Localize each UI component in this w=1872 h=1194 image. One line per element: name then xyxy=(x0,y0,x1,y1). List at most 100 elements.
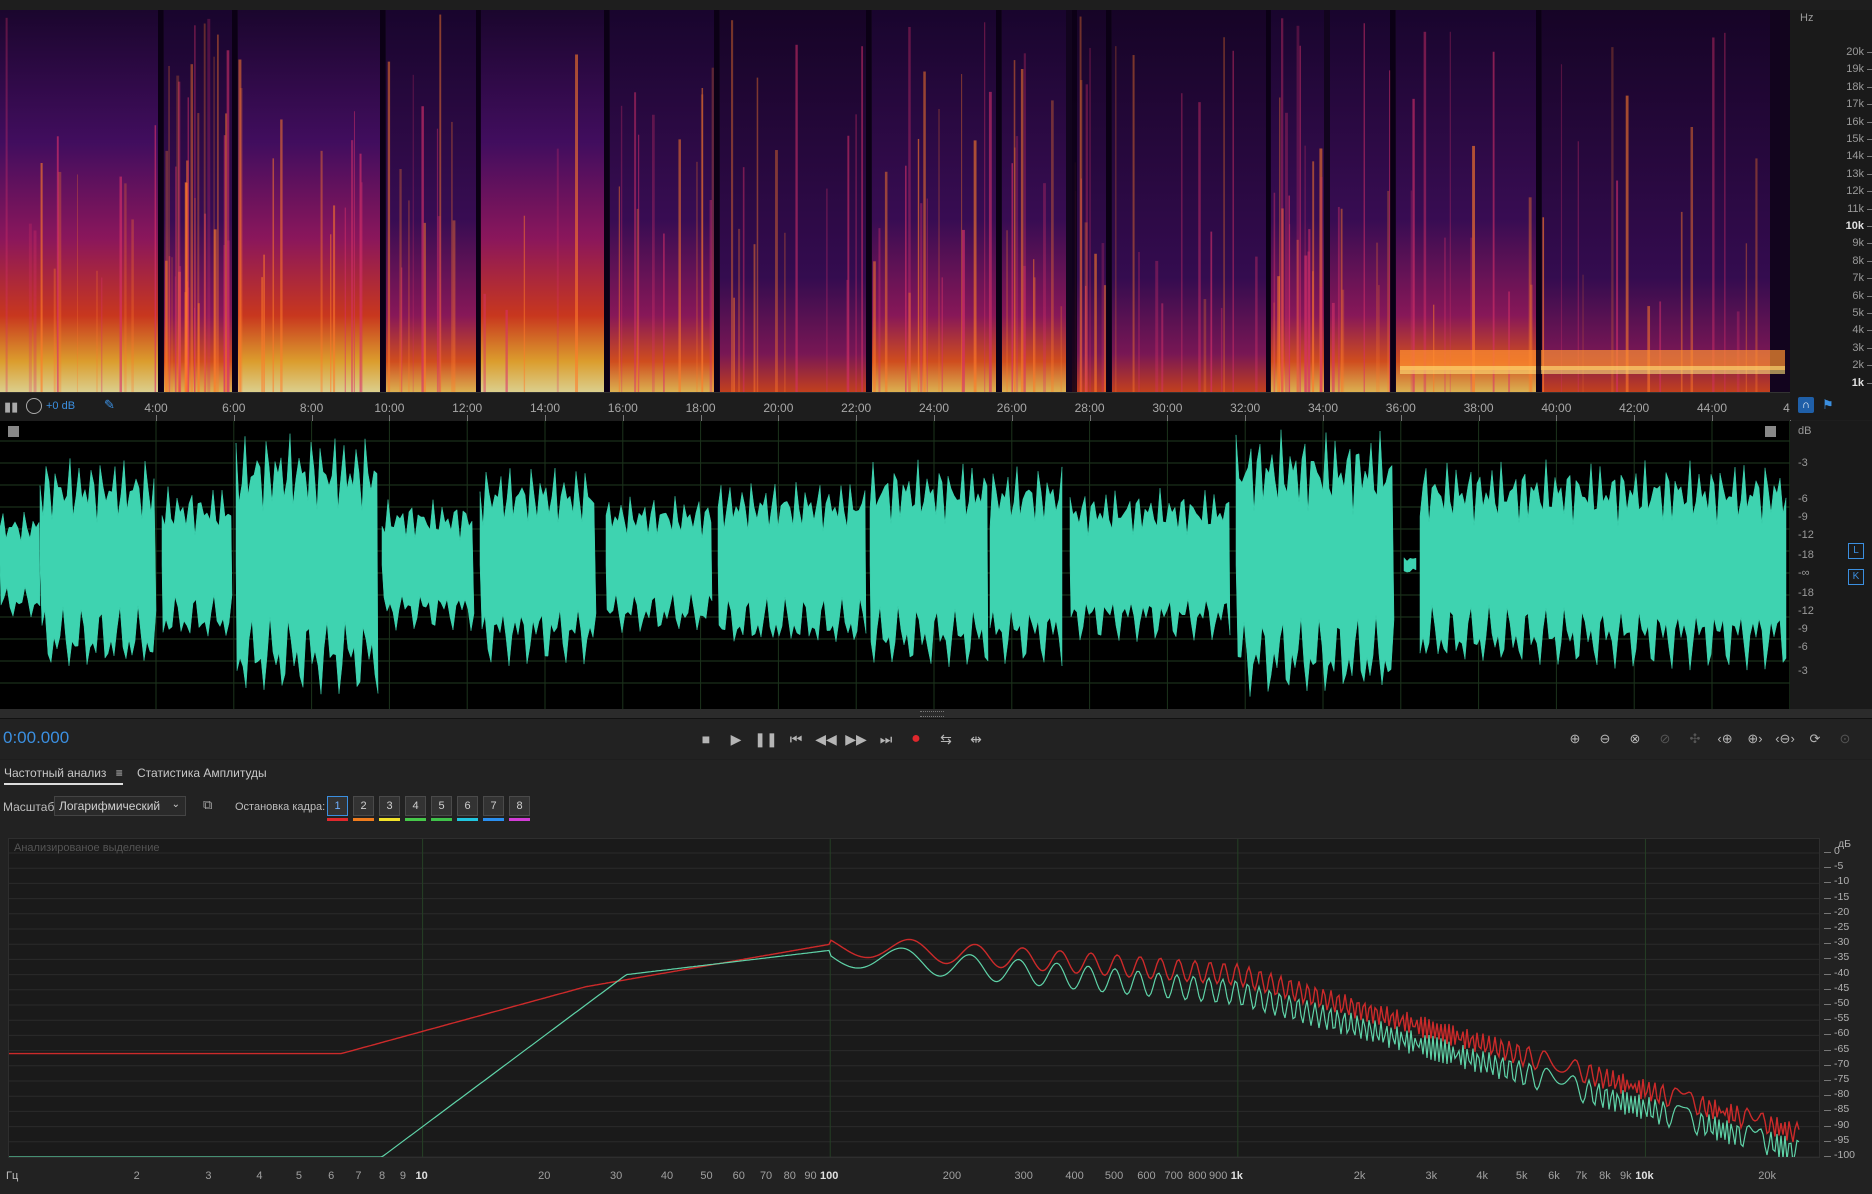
levels-icon[interactable]: ▮▮ xyxy=(4,399,18,415)
pause-button[interactable]: ❚❚ xyxy=(754,727,778,751)
spectrogram-streak xyxy=(1210,231,1213,392)
tab-frequency-analysis-label: Частотный анализ xyxy=(4,766,107,780)
freeze-frame-color xyxy=(405,818,426,821)
spectrogram-streak xyxy=(651,114,655,392)
transport-bar: ■ ▶ ❚❚ ⏮ ◀◀ ▶▶ ⏭ ● ⇆ ⇹ ⊕ ⊖ ⊗ ⊘ ✣ ‹⊕ ⊕› ‹… xyxy=(0,718,1872,759)
spectrogram-streak xyxy=(1180,93,1183,392)
spectrogram-gap xyxy=(1072,10,1077,392)
waveform-db-tick: -9 xyxy=(1798,511,1808,523)
zoom-time-button[interactable]: ⟳ xyxy=(1802,727,1828,751)
time-tick-label: 24:00 xyxy=(918,401,950,415)
go-to-end-button[interactable]: ⏭ xyxy=(874,727,898,751)
scrollbar-grip[interactable] xyxy=(920,711,944,717)
analysis-db-tick: -85 xyxy=(1834,1103,1850,1116)
spectrogram-gap xyxy=(714,10,719,392)
zoom-selection-button[interactable]: ⊘ xyxy=(1652,727,1678,751)
freeze-frame-button-4[interactable]: 4 xyxy=(405,796,426,816)
spectrogram-streak xyxy=(239,88,243,392)
frequency-tick-label: 9k xyxy=(1619,1170,1632,1182)
gain-knob-icon[interactable] xyxy=(26,398,42,414)
hz-unit-label: Hz xyxy=(1800,12,1814,24)
corner-handle-left[interactable] xyxy=(8,426,19,437)
spectrogram-view[interactable] xyxy=(0,10,1790,392)
zoom-in-left-button[interactable]: ‹⊕ xyxy=(1712,727,1738,751)
copy-icon[interactable]: ⧉ xyxy=(203,797,212,813)
spectrogram-gap xyxy=(1390,10,1395,392)
spectrogram-tick-label: 5k xyxy=(1852,307,1872,319)
spectrogram-streak xyxy=(1288,224,1291,392)
channel-left-toggle[interactable]: L xyxy=(1848,543,1864,559)
spectrogram-streak xyxy=(33,230,37,392)
spectrogram-streak xyxy=(483,293,486,392)
analysis-db-tick: -55 xyxy=(1834,1012,1850,1025)
rewind-button[interactable]: ◀◀ xyxy=(814,727,838,751)
frequency-graph[interactable] xyxy=(8,838,1820,1163)
freeze-frame-button-2[interactable]: 2 xyxy=(353,796,374,816)
spectrogram-gap xyxy=(866,10,871,392)
snap-icon[interactable]: ∩ xyxy=(1798,397,1814,413)
gain-value[interactable]: +0 dB xyxy=(46,400,75,412)
spectrogram-streak xyxy=(263,254,265,392)
spectrogram-streak xyxy=(1423,31,1427,392)
frequency-tick-label: 20 xyxy=(538,1170,551,1182)
spectrogram-streak xyxy=(1023,53,1026,392)
freeze-frame-button-3[interactable]: 3 xyxy=(379,796,400,816)
time-tick-label: 44:00 xyxy=(1696,401,1728,415)
loop-playback-button[interactable]: ⇆ xyxy=(934,727,958,751)
spectrogram-streak xyxy=(1033,277,1036,392)
freeze-frame-button-1[interactable]: 1 xyxy=(327,796,348,816)
analysis-db-tick: -65 xyxy=(1834,1042,1850,1055)
stop-button[interactable]: ■ xyxy=(694,727,718,751)
analysis-db-tick-mark xyxy=(1824,1110,1831,1112)
freeze-frame-button-8[interactable]: 8 xyxy=(509,796,530,816)
scale-dropdown[interactable]: Логарифмический ⌄ xyxy=(54,796,186,816)
frequency-tick-label: 700 xyxy=(1164,1170,1183,1182)
zoom-to-markers-button[interactable]: ✣ xyxy=(1682,727,1708,751)
spectrogram-streak xyxy=(1089,47,1091,392)
panel-menu-icon[interactable]: ≡ xyxy=(116,766,123,780)
analysis-db-tick: -75 xyxy=(1834,1073,1850,1085)
spectrogram-streak xyxy=(187,97,189,392)
skip-selection-button[interactable]: ⇹ xyxy=(964,727,988,751)
marker-icon[interactable]: ⚑ xyxy=(1822,397,1834,413)
zoom-in-right-button[interactable]: ⊕› xyxy=(1742,727,1768,751)
zoom-out-full-button[interactable]: ‹⊖› xyxy=(1772,727,1798,751)
freeze-frame-color xyxy=(327,818,348,821)
zoom-in-amplitude-button[interactable]: ⊕ xyxy=(1562,727,1588,751)
frequency-tick-label: 10k xyxy=(1635,1170,1654,1182)
play-button[interactable]: ▶ xyxy=(724,727,748,751)
current-time-display[interactable]: 0:00.000 xyxy=(3,728,69,748)
waveform-db-tick: -18 xyxy=(1798,549,1814,561)
zoom-out-amplitude-button[interactable]: ⊖ xyxy=(1592,727,1618,751)
timeline-ruler[interactable]: ▮▮ +0 dB ✎ 4:00 6:00 8:00 10:00 12:00 14:00 16… xyxy=(0,392,1796,422)
frequency-tick-label: 8 xyxy=(379,1170,386,1182)
spectrogram-streak xyxy=(1387,190,1390,392)
analysis-db-tick: -25 xyxy=(1834,921,1850,933)
spectrogram-tick-label: 9k xyxy=(1852,237,1872,250)
zoom-reset-button[interactable]: ⊗ xyxy=(1622,727,1648,751)
corner-handle-right[interactable] xyxy=(1765,426,1776,437)
waveform-view[interactable] xyxy=(0,421,1790,709)
frequency-tick-label: 2k xyxy=(1353,1170,1366,1182)
spectrogram-streak xyxy=(1094,253,1097,392)
freeze-frame-color xyxy=(483,818,504,821)
frequency-tick-label: 10 xyxy=(415,1170,428,1182)
channel-right-toggle[interactable]: K xyxy=(1848,569,1864,585)
go-to-start-button[interactable]: ⏮ xyxy=(784,727,808,751)
freeze-frame-button-7[interactable]: 7 xyxy=(483,796,504,816)
analysis-db-tick-mark xyxy=(1824,928,1831,929)
tab-amplitude-statistics[interactable]: Статистика Амплитуды xyxy=(137,766,267,780)
spectrogram-tick-label: 16k xyxy=(1846,115,1872,128)
record-button[interactable]: ● xyxy=(904,727,928,751)
spectrogram-streak xyxy=(1006,230,1008,392)
waveform-segment xyxy=(605,496,713,633)
pin-icon[interactable]: ✎ xyxy=(104,397,115,413)
freeze-frame-button-6[interactable]: 6 xyxy=(457,796,478,816)
waveform-db-tick: -6 xyxy=(1798,493,1808,505)
zoom-extra-button[interactable]: ⊙ xyxy=(1832,727,1858,751)
tab-frequency-analysis[interactable]: Частотный анализ ≡ xyxy=(4,766,123,785)
fast-forward-button[interactable]: ▶▶ xyxy=(844,727,868,751)
freeze-frame-button-5[interactable]: 5 xyxy=(431,796,452,816)
horizontal-scrollbar[interactable] xyxy=(0,709,1872,718)
waveform-segment xyxy=(1069,488,1231,642)
